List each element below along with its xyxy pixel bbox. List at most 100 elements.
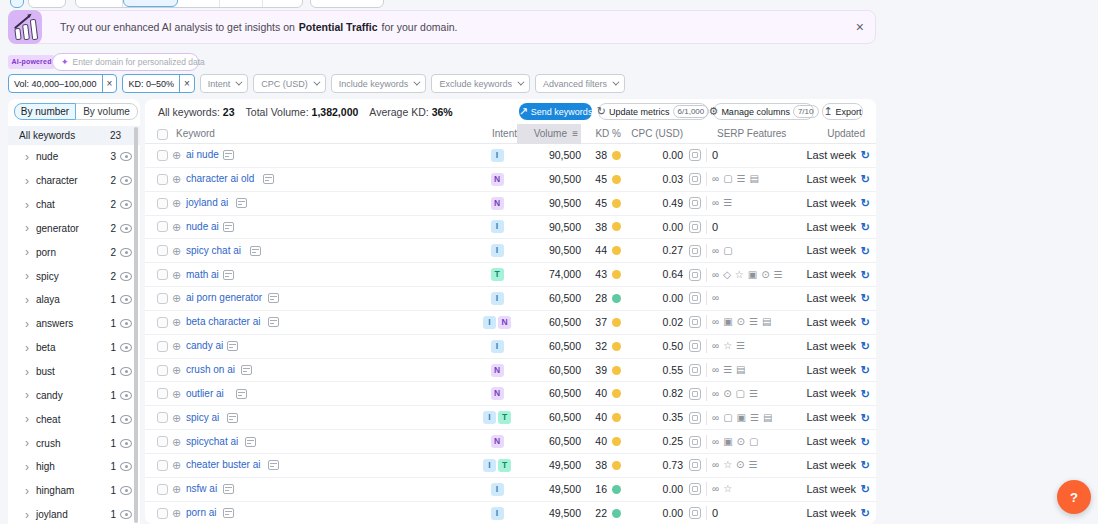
row-refresh-icon[interactable]: ↻ [861,411,870,425]
keyword-link[interactable]: character ai old [186,172,254,186]
add-keyword-icon[interactable]: ⊕ [172,363,181,377]
row-refresh-icon[interactable]: ↻ [861,506,870,520]
tab-phrase-match[interactable] [179,0,220,7]
chevron-right-icon[interactable]: › [25,176,36,186]
row-checkbox[interactable] [157,150,168,161]
active-filter-chip[interactable]: Vol: 40,000–100,000× [8,74,117,93]
serp-snapshot-icon[interactable] [236,198,247,208]
sidebar-group-generator[interactable]: ›generator2 [8,217,140,241]
add-keyword-icon[interactable]: ⊕ [172,196,181,210]
row-checkbox[interactable] [157,484,168,495]
keyword-link[interactable]: math ai [186,268,219,282]
keyword-link[interactable]: spicy ai [186,411,219,425]
serp-snapshot-icon[interactable] [223,222,234,232]
row-refresh-icon[interactable]: ↻ [861,387,870,401]
add-keyword-icon[interactable]: ⊕ [172,339,181,353]
remove-filter-icon[interactable]: × [179,75,194,92]
ads-icon[interactable] [689,436,701,448]
sidebar-group-candy[interactable]: ›candy1 [8,383,140,407]
col-kd[interactable]: KD % [595,124,621,144]
ads-icon[interactable] [689,269,701,281]
chevron-right-icon[interactable]: › [25,319,36,329]
chevron-right-icon[interactable]: › [25,271,36,281]
active-filter-chip[interactable]: KD: 0–50%× [122,74,194,93]
chevron-right-icon[interactable]: › [25,343,36,353]
row-refresh-icon[interactable]: ↻ [861,339,870,353]
row-checkbox[interactable] [157,269,168,280]
view-tab-by-volume[interactable]: By volume [75,103,138,120]
serp-snapshot-icon[interactable] [268,460,279,470]
add-keyword-icon[interactable]: ⊕ [172,268,181,282]
sidebar-group-porn[interactable]: ›porn2 [8,240,140,264]
keyword-link[interactable]: ai porn generator [186,291,262,305]
ads-icon[interactable] [689,364,701,376]
add-keyword-icon[interactable]: ⊕ [172,244,181,258]
col-volume[interactable]: Volume [534,124,567,144]
row-checkbox[interactable] [157,460,168,471]
row-refresh-icon[interactable]: ↻ [861,244,870,258]
row-checkbox[interactable] [157,317,168,328]
chevron-right-icon[interactable]: › [25,486,36,496]
ads-icon[interactable] [689,221,701,233]
serp-snapshot-icon[interactable] [263,174,274,184]
filter-dropdown-intent[interactable]: Intent [200,74,249,93]
manage-columns-button[interactable]: ⚙ Manage columns 7/10 [713,103,814,120]
add-keyword-icon[interactable]: ⊕ [172,315,181,329]
filter-dropdown-exclude-keywords[interactable]: Exclude keywords [431,74,530,93]
select-all-checkbox[interactable] [157,129,168,140]
row-refresh-icon[interactable]: ↻ [861,435,870,449]
add-keyword-icon[interactable]: ⊕ [172,435,181,449]
keyword-link[interactable]: crush on ai [186,363,235,377]
keyword-link[interactable]: nude ai [186,220,219,234]
ads-icon[interactable] [689,149,701,161]
eye-icon[interactable] [120,462,132,471]
row-refresh-icon[interactable]: ↻ [861,268,870,282]
row-refresh-icon[interactable]: ↻ [861,291,870,305]
keyword-link[interactable]: spicychat ai [186,435,238,449]
tab-broad-match[interactable] [123,0,178,7]
sidebar-group-chat[interactable]: ›chat2 [8,193,140,217]
ads-icon[interactable] [689,507,701,519]
eye-icon[interactable] [120,248,132,257]
ads-icon[interactable] [689,388,701,400]
row-refresh-icon[interactable]: ↻ [861,196,870,210]
chevron-right-icon[interactable]: › [25,367,36,377]
keyword-link[interactable]: spicy chat ai [186,244,241,258]
keyword-link[interactable]: ai nude [186,148,219,162]
sidebar-group-answers[interactable]: ›answers1 [8,312,140,336]
serp-snapshot-icon[interactable] [250,246,261,256]
remove-filter-icon[interactable]: × [102,75,117,92]
sidebar-all-keywords[interactable]: All keywords 23 [8,126,140,145]
row-checkbox[interactable] [157,508,168,519]
add-keyword-icon[interactable]: ⊕ [172,506,181,520]
row-refresh-icon[interactable]: ↻ [861,172,870,186]
row-checkbox[interactable] [157,436,168,447]
export-button[interactable]: ↥ Export [822,103,863,120]
chevron-right-icon[interactable]: › [25,462,36,472]
eye-icon[interactable] [120,272,132,281]
row-checkbox[interactable] [157,221,168,232]
eye-icon[interactable] [120,415,132,424]
serp-snapshot-icon[interactable] [223,484,234,494]
col-serp[interactable]: SERP Features [717,124,786,144]
help-button[interactable]: ? [1057,480,1091,514]
add-keyword-icon[interactable]: ⊕ [172,220,181,234]
chevron-right-icon[interactable]: › [25,200,36,210]
add-keyword-icon[interactable]: ⊕ [172,172,181,186]
eye-icon[interactable] [120,319,132,328]
serp-snapshot-icon[interactable] [227,413,238,423]
eye-icon[interactable] [120,439,132,448]
col-updated[interactable]: Updated [827,124,865,144]
row-checkbox[interactable] [157,293,168,304]
chevron-right-icon[interactable]: › [25,152,36,162]
keyword-link[interactable]: outlier ai [186,387,224,401]
eye-icon[interactable] [120,510,132,519]
banner-close-icon[interactable]: × [856,19,864,35]
row-refresh-icon[interactable]: ↻ [861,148,870,162]
sidebar-group-nude[interactable]: ›nude3 [8,145,140,169]
row-checkbox[interactable] [157,365,168,376]
tab-all-keywords[interactable] [76,0,123,7]
keyword-link[interactable]: cheater buster ai [186,458,261,472]
sidebar-group-cheat[interactable]: ›cheat1 [8,407,140,431]
serp-snapshot-icon[interactable] [223,150,234,160]
